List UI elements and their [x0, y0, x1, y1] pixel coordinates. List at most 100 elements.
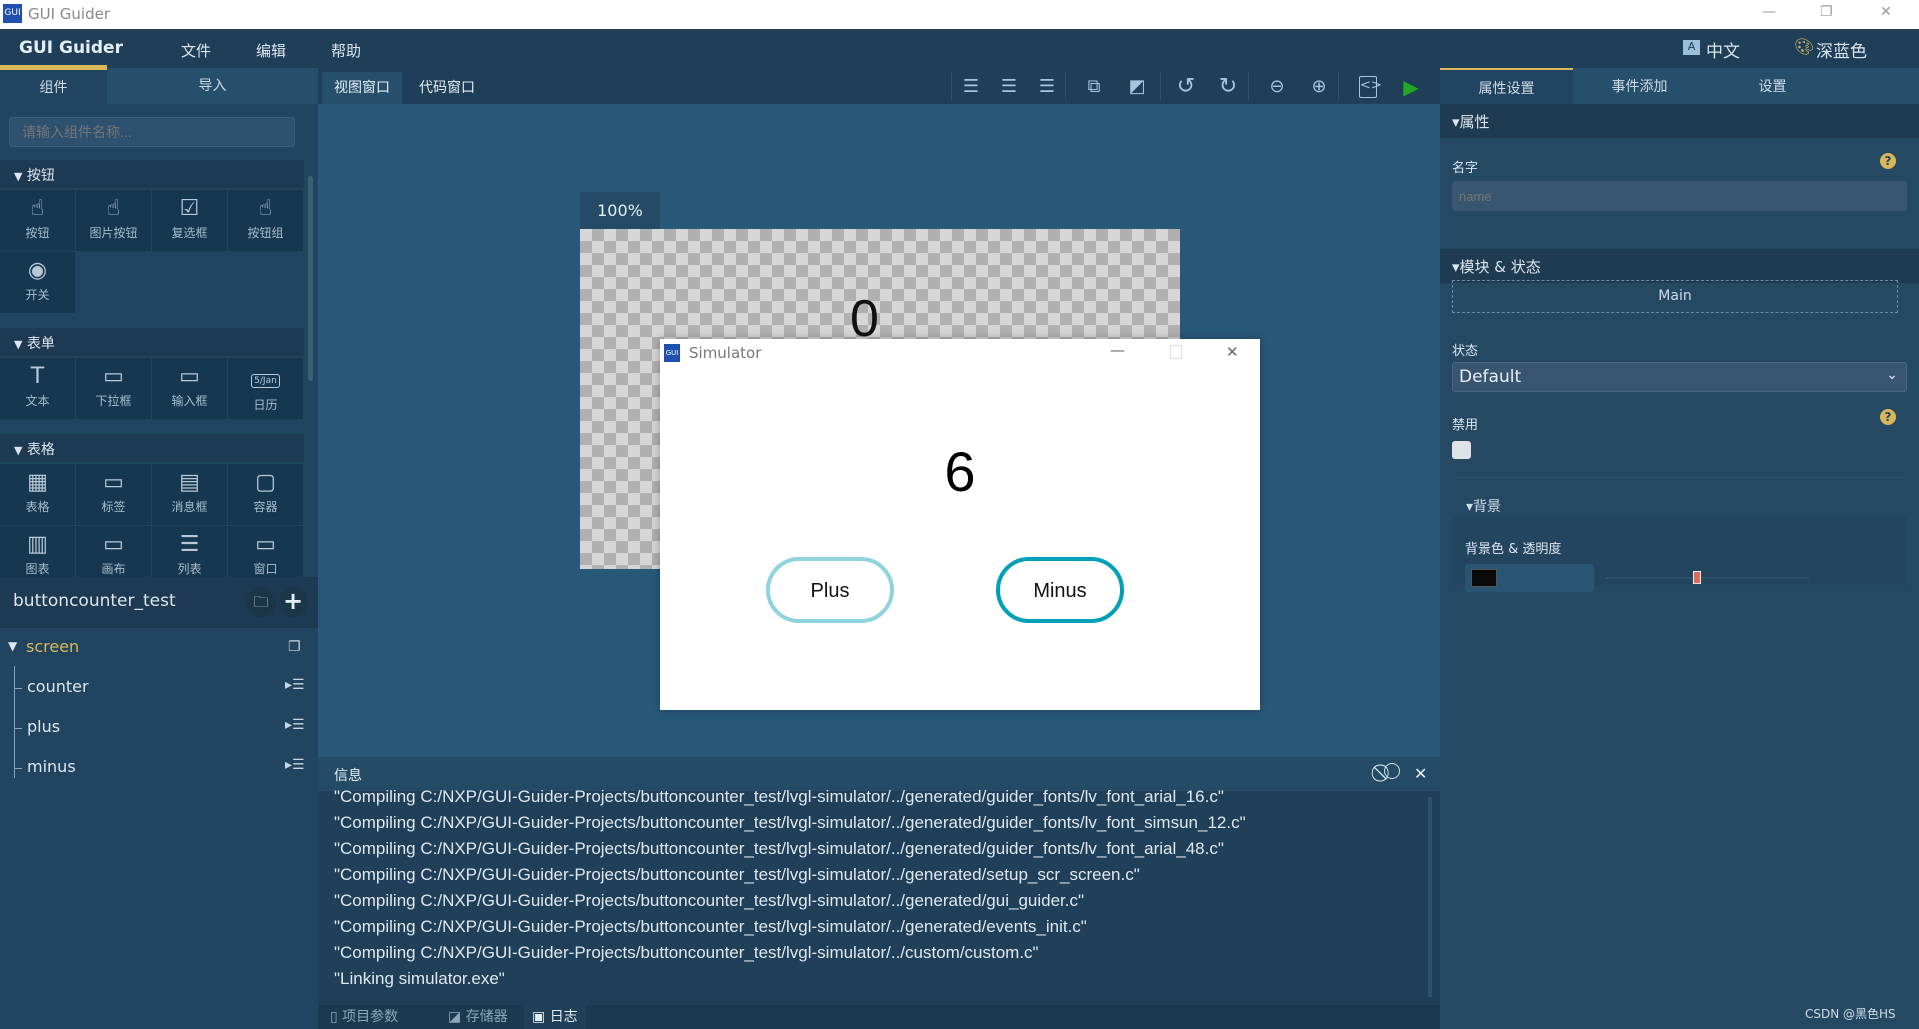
undo-icon[interactable]: ↺	[1174, 76, 1198, 98]
module-main[interactable]: Main	[1452, 280, 1898, 313]
zoom-in-icon[interactable]: ⊕	[1307, 76, 1331, 98]
section-module-state[interactable]: ▾模块 & 状态	[1440, 249, 1919, 283]
widget-calendar[interactable]: 5/Jan 日历	[228, 358, 303, 419]
add-screen-icon[interactable]: +	[278, 587, 308, 617]
log-scrollbar[interactable]	[1428, 797, 1432, 997]
widget-label: 窗口	[253, 562, 278, 576]
tab-memory[interactable]: ◪ 存储器	[440, 1005, 516, 1029]
button-icon: ☝	[30, 196, 45, 221]
tab-events[interactable]: 事件添加	[1573, 68, 1706, 104]
widget-checkbox[interactable]: ☑ 复选框	[152, 190, 227, 251]
widget-button[interactable]: ☝ 按钮	[0, 190, 75, 251]
tab-project-params[interactable]: ▯ 项目参数	[322, 1005, 406, 1029]
menu-edit[interactable]: 编辑	[256, 40, 286, 61]
redo-icon[interactable]: ↻	[1216, 76, 1240, 98]
project-header: buttoncounter_test 🗀︎ +	[0, 577, 318, 628]
open-folder-icon[interactable]: 🗀︎	[246, 587, 276, 617]
state-label: 状态	[1452, 344, 1479, 359]
zoom-out-icon[interactable]: ⊖	[1265, 76, 1289, 98]
widget-msgbox[interactable]: ▤ 消息框	[152, 464, 227, 525]
switch-icon: ◉	[27, 258, 48, 283]
close-info-icon[interactable]: ✕	[1414, 764, 1427, 783]
bg-color-swatch[interactable]	[1471, 569, 1497, 587]
info-title: 信息	[334, 768, 362, 784]
simulator-minimize-button[interactable]: —	[1110, 341, 1125, 359]
widget-list-scrollbar[interactable]	[308, 176, 313, 381]
toolbar-divider	[1248, 72, 1249, 100]
section-1-header[interactable]: ▼ 表单	[0, 328, 304, 356]
align-left-icon[interactable]: ☰	[959, 76, 983, 98]
section-properties[interactable]: ▾属性	[1440, 104, 1919, 138]
language-button[interactable]: 中文	[1706, 37, 1740, 62]
tab-widgets[interactable]: 组件	[0, 68, 107, 104]
section-2-header[interactable]: ▼ 表格	[0, 434, 304, 462]
widget-tabview[interactable]: ▭ 标签	[76, 464, 151, 525]
divider	[1454, 477, 1905, 478]
widget-label: 开关	[25, 288, 50, 302]
bg-color-picker[interactable]	[1465, 564, 1594, 592]
disabled-checkbox[interactable]	[1452, 441, 1471, 459]
widget-label: 消息框	[171, 500, 208, 514]
widget-switch[interactable]: ◉ 开关	[0, 252, 75, 313]
widget-search-input[interactable]	[9, 117, 295, 147]
tab-code-window[interactable]: 代码窗口	[407, 72, 487, 104]
copy-screen-icon[interactable]: ❐	[288, 639, 301, 655]
bg-color-label: 背景色 & 透明度	[1465, 542, 1562, 557]
tab-settings[interactable]: 设置	[1706, 68, 1839, 104]
opacity-slider[interactable]	[1606, 577, 1809, 579]
help-icon[interactable]: ?	[1880, 409, 1896, 425]
restore-button[interactable]: ❐	[1820, 4, 1833, 20]
simulator-maximize-button[interactable]	[1170, 345, 1182, 359]
align-center-icon[interactable]: ☰	[997, 76, 1021, 98]
clear-log-icon-ring[interactable]	[1384, 763, 1400, 779]
widget-label: 标签	[101, 500, 126, 514]
toolbar-divider	[951, 72, 952, 100]
tab-view-window[interactable]: 视图窗口	[322, 72, 402, 104]
tab-log[interactable]: ▣ 日志	[524, 1005, 586, 1029]
widget-label: 图表	[25, 562, 50, 576]
simulator-close-button[interactable]: ✕	[1226, 343, 1239, 361]
widget-label: 表格	[25, 500, 50, 514]
run-simulator-icon[interactable]: ▶	[1399, 76, 1423, 98]
widget-container[interactable]: ▢ 容器	[228, 464, 303, 525]
align-right-icon[interactable]: ☰	[1035, 76, 1059, 98]
caret-down-icon: ▼	[14, 170, 23, 183]
section-0-header[interactable]: ▼ 按钮	[0, 160, 304, 188]
send-backward-icon[interactable]: ◩	[1125, 76, 1149, 98]
widget-button-group[interactable]: ☝ 按钮组	[228, 190, 303, 251]
plus-button[interactable]: Plus	[766, 557, 894, 623]
minus-button[interactable]: Minus	[996, 557, 1124, 623]
properties-panel: 属性设置 事件添加 设置 ▾属性 名字 ? ▾模块 & 状态 Main 状态 D…	[1440, 68, 1919, 1029]
widget-label: 图片按钮	[89, 226, 138, 240]
widget-menu-icon[interactable]: ▸☰	[285, 717, 305, 733]
bring-forward-icon[interactable]: ⧉	[1082, 76, 1106, 98]
widget-image-button[interactable]: ☝ 图片按钮	[76, 190, 151, 251]
minimize-button[interactable]: —	[1762, 4, 1776, 20]
widget-menu-icon[interactable]: ▸☰	[285, 677, 305, 693]
name-input[interactable]	[1452, 181, 1907, 211]
tree-item-screen[interactable]: screen	[26, 637, 79, 656]
collapse-screen-icon[interactable]: ▼	[8, 639, 17, 653]
language-icon: A	[1683, 40, 1700, 55]
tree-item-counter[interactable]: counter	[27, 677, 89, 696]
theme-button[interactable]: 深蓝色	[1816, 37, 1867, 62]
widget-text[interactable]: T 文本	[0, 358, 75, 419]
widget-table[interactable]: ▦ 表格	[0, 464, 75, 525]
widget-textarea[interactable]: ▭ 输入框	[152, 358, 227, 419]
tab-properties[interactable]: 属性设置	[1440, 68, 1573, 104]
menu-file[interactable]: 文件	[181, 40, 211, 61]
tree-item-minus[interactable]: minus	[27, 757, 76, 776]
code-file-icon[interactable]: <>	[1359, 76, 1382, 98]
simulator-title: Simulator	[689, 344, 762, 362]
section-background[interactable]: ▾背景	[1466, 496, 1501, 516]
tree-item-plus[interactable]: plus	[27, 717, 60, 736]
menu-help[interactable]: 帮助	[331, 40, 361, 61]
tab-import[interactable]: 导入	[107, 68, 318, 104]
close-button[interactable]: ✕	[1880, 4, 1892, 20]
log-line: "Compiling C:/NXP/GUI-Guider-Projects/bu…	[334, 813, 1246, 832]
widget-dropdown[interactable]: ▭ 下拉框	[76, 358, 151, 419]
widget-menu-icon[interactable]: ▸☰	[285, 757, 305, 773]
opacity-slider-thumb[interactable]	[1693, 571, 1702, 584]
state-select[interactable]: Default ⌄	[1452, 362, 1907, 392]
help-icon[interactable]: ?	[1880, 153, 1896, 169]
